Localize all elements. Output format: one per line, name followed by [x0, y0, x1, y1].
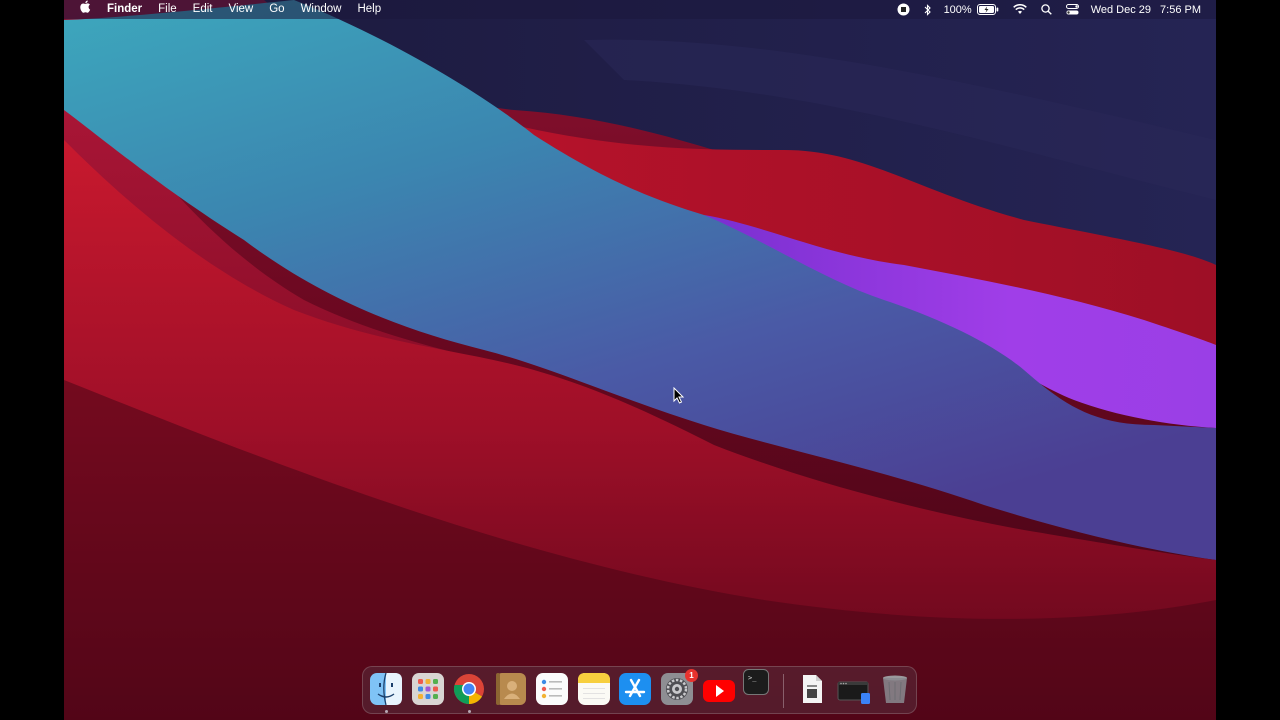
dock-youtube[interactable]	[702, 673, 735, 705]
dock-app-store[interactable]	[619, 673, 651, 705]
dock-separator	[783, 674, 784, 708]
menu-window[interactable]: Window	[293, 0, 350, 19]
reminders-icon	[536, 673, 568, 705]
dock-notes[interactable]	[578, 673, 610, 705]
dock-reminders[interactable]	[536, 673, 568, 705]
dock-terminal[interactable]: >_	[743, 669, 769, 695]
apple-menu[interactable]	[64, 0, 99, 20]
running-indicator	[385, 710, 388, 713]
dock-document[interactable]	[796, 673, 828, 705]
dock-launchpad[interactable]	[412, 673, 444, 705]
screen-recording-stop-icon[interactable]	[890, 0, 917, 19]
menu-help[interactable]: Help	[349, 0, 389, 19]
app-store-icon	[619, 673, 651, 705]
terminal-icon: >_	[743, 669, 769, 695]
chrome-icon	[453, 674, 484, 705]
dock-contacts[interactable]	[495, 673, 527, 705]
document-icon	[803, 675, 822, 703]
menubar-date[interactable]: Wed Dec 29	[1086, 4, 1155, 16]
menu-go[interactable]: Go	[261, 0, 292, 19]
status-menus: 100% Wed Dec 29 7:56 PM	[890, 0, 1216, 19]
control-center-icon[interactable]	[1059, 0, 1086, 19]
terminal-prompt: >_	[748, 674, 757, 682]
dock: 1 >_	[362, 666, 917, 714]
menu-finder[interactable]: Finder	[99, 0, 150, 19]
notes-icon	[578, 673, 610, 705]
apple-icon	[80, 0, 91, 13]
dock-trash[interactable]	[879, 673, 911, 705]
contacts-icon	[496, 673, 526, 705]
menubar-time[interactable]: 7:56 PM	[1155, 4, 1206, 16]
desktop-wallpaper	[64, 0, 1216, 720]
mouse-pointer-icon	[673, 387, 685, 404]
wifi-icon[interactable]	[1006, 0, 1034, 19]
menu-file[interactable]: File	[150, 0, 185, 19]
dock-screen-recording[interactable]	[836, 673, 870, 705]
notification-badge: 1	[685, 669, 698, 682]
menu-bar: Finder File Edit View Go Window Help 100…	[64, 0, 1216, 19]
battery-icon[interactable]	[976, 0, 1006, 19]
youtube-icon	[703, 680, 735, 702]
dock-chrome[interactable]	[453, 673, 485, 705]
screen-recording-icon	[837, 681, 870, 704]
dock-system-preferences[interactable]: 1	[661, 669, 698, 705]
dock-finder[interactable]	[370, 672, 402, 706]
launchpad-icon	[412, 673, 444, 705]
finder-icon	[370, 672, 402, 706]
battery-percentage: 100%	[943, 3, 972, 16]
spotlight-search-icon[interactable]	[1034, 0, 1059, 19]
desktop[interactable]: Finder File Edit View Go Window Help 100…	[64, 0, 1216, 720]
menu-edit[interactable]: Edit	[185, 0, 221, 19]
menu-view[interactable]: View	[221, 0, 262, 19]
bluetooth-icon[interactable]	[917, 0, 939, 19]
trash-icon	[883, 675, 907, 703]
running-indicator	[468, 710, 471, 713]
